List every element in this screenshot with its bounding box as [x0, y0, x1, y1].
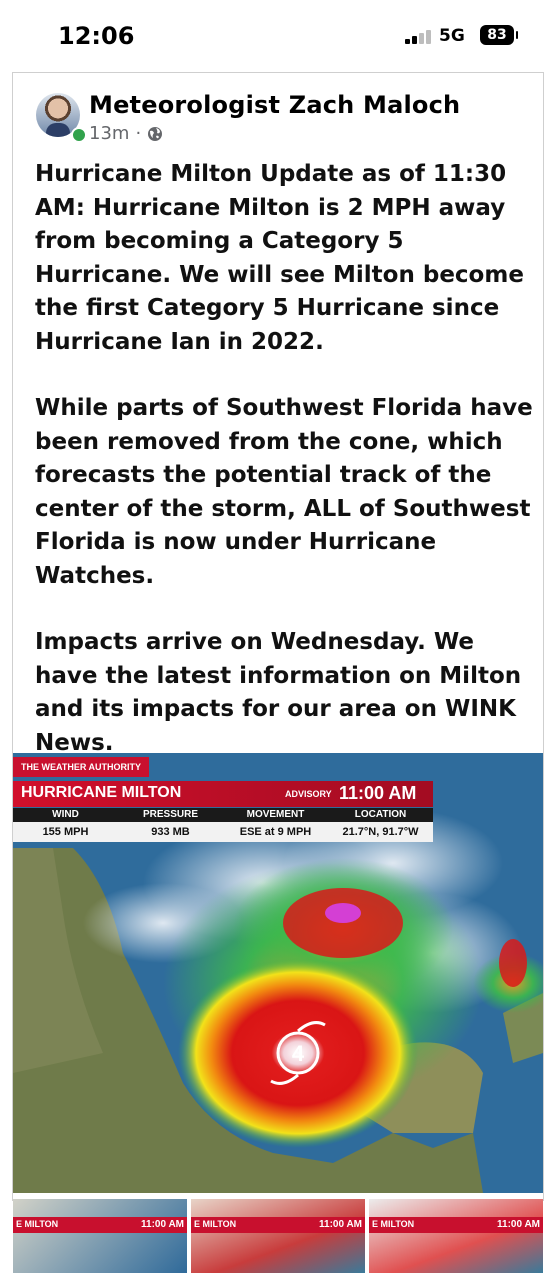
- stat-value: ESE at 9 MPH: [239, 826, 312, 838]
- online-status-icon: [71, 127, 87, 143]
- post-paragraph: Impacts arrive on Wednesday. We have the…: [35, 629, 522, 756]
- stat-header: WIND: [52, 809, 79, 820]
- meta-separator: ·: [135, 123, 142, 144]
- stats-headers: WIND PRESSURE MOVEMENT LOCATION: [13, 808, 433, 822]
- signal-icon: [405, 28, 433, 44]
- thumbnail-time: 11:00 AM: [319, 1219, 362, 1230]
- thumbnail-bar: E MILTON 11:00 AM: [369, 1217, 543, 1233]
- storm-name: HURRICANE MILTON: [21, 784, 182, 801]
- stats-values: 155 MPH 933 MB ESE at 9 MPH 21.7°N, 91.7…: [13, 822, 433, 842]
- post-card: Meteorologist Zach Maloch 13m · Hurrican…: [12, 72, 544, 1273]
- category-number: 4: [292, 1041, 305, 1066]
- thumbnail-title: E MILTON: [372, 1219, 415, 1229]
- post-body: Hurricane Milton Update as of 11:30 AM: …: [35, 158, 535, 793]
- thumbnail-image[interactable]: E MILTON 11:00 AM: [13, 1199, 187, 1273]
- author-name[interactable]: Meteorologist Zach Maloch: [89, 91, 460, 119]
- thumbnail-title: E MILTON: [194, 1219, 237, 1229]
- hurricane-graphic[interactable]: 4 THE WEATHER AUTHORITY HURRICANE MILTON…: [13, 753, 543, 1193]
- thumbnail-image[interactable]: E MILTON 11:00 AM: [369, 1199, 543, 1273]
- post-meta: 13m ·: [89, 123, 163, 144]
- post-paragraph: Hurricane Milton Update as of 11:30 AM: …: [35, 161, 524, 355]
- stat-value: 155 MPH: [42, 826, 89, 838]
- brand-label: THE WEATHER AUTHORITY: [13, 757, 149, 777]
- stat-header: PRESSURE: [142, 809, 198, 820]
- stat-header: LOCATION: [354, 809, 407, 820]
- thumbnail-time: 11:00 AM: [497, 1219, 540, 1230]
- post-paragraph: While parts of Southwest Florida have be…: [35, 395, 533, 589]
- thumbnail-title: E MILTON: [16, 1219, 59, 1229]
- network-type: 5G: [439, 26, 465, 46]
- stat-value: 21.7°N, 91.7°W: [342, 826, 419, 838]
- stat-header: MOVEMENT: [246, 809, 305, 820]
- globe-icon: [148, 126, 163, 141]
- battery-icon: 83: [480, 25, 518, 45]
- advisory-label: ADVISORY: [285, 789, 332, 799]
- stat-value: 933 MB: [151, 826, 190, 838]
- thumbnail-bar: E MILTON 11:00 AM: [13, 1217, 187, 1233]
- image-thumbnails: E MILTON 11:00 AM E MILTON 11:00 AM E MI…: [13, 1199, 543, 1273]
- thumbnail-time: 11:00 AM: [141, 1219, 184, 1230]
- thumbnail-bar: E MILTON 11:00 AM: [191, 1217, 365, 1233]
- clock: 12:06: [58, 22, 135, 50]
- storm-title-bar: HURRICANE MILTON ADVISORY 11:00 AM: [13, 781, 433, 807]
- status-bar: 12:06 5G 83: [0, 0, 554, 70]
- advisory-time: 11:00 AM: [339, 783, 417, 803]
- thumbnail-image[interactable]: E MILTON 11:00 AM: [191, 1199, 365, 1273]
- post-time[interactable]: 13m: [89, 123, 129, 144]
